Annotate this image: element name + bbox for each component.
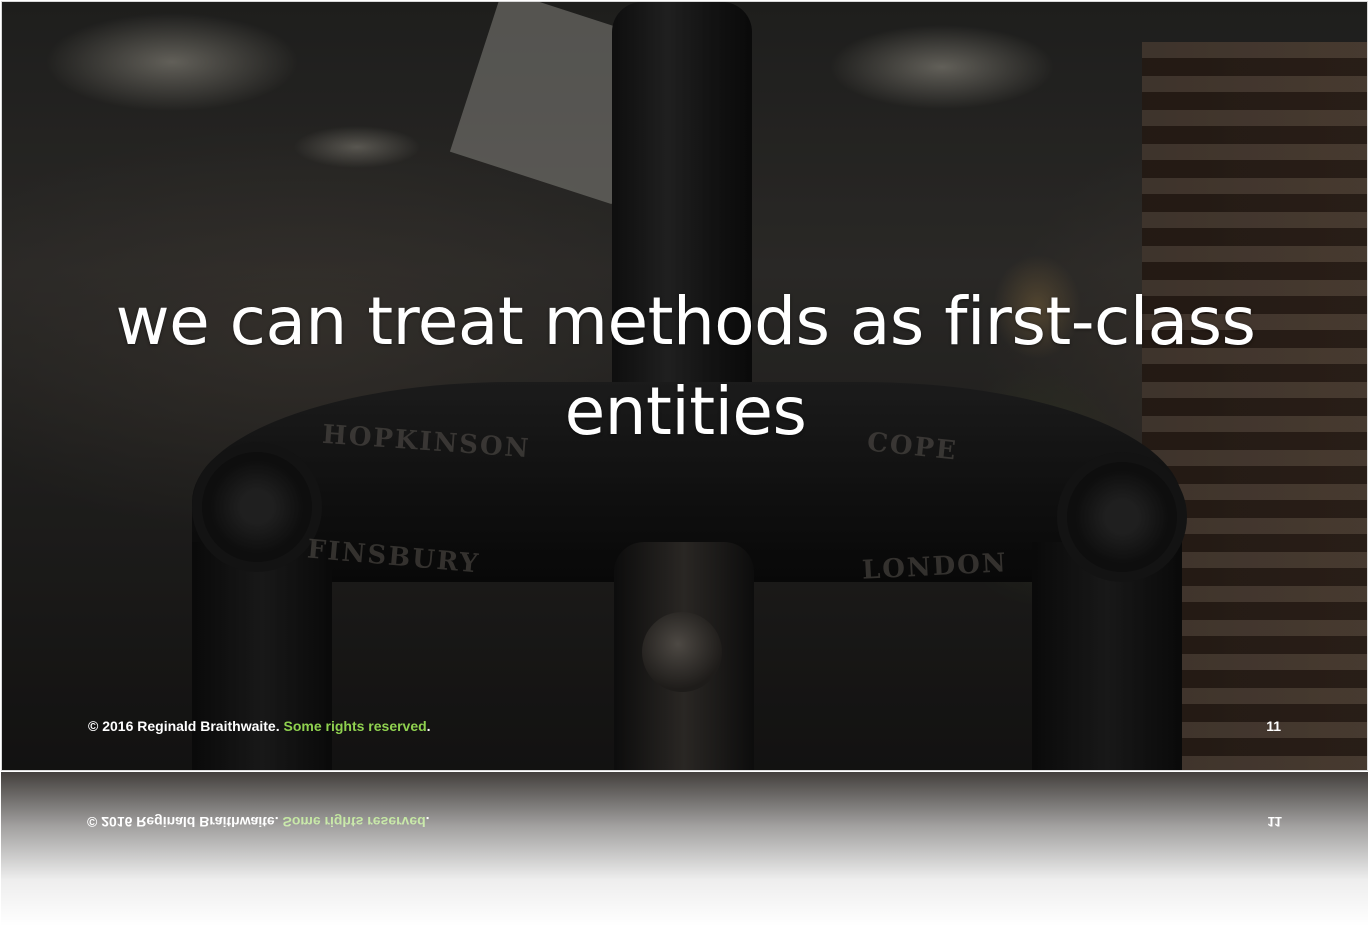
footer-copyright: © 2016 Reginald Braithwaite. Some rights… bbox=[88, 718, 431, 734]
reflection-fade bbox=[1, 772, 1368, 926]
slide-headline: we can treat methods as first-class enti… bbox=[2, 277, 1367, 457]
page-number: 11 bbox=[1266, 718, 1281, 734]
presentation-stage: HOPKINSON COPE FINSBURY LONDON we can tr… bbox=[0, 0, 1370, 926]
headline-line-2: entities bbox=[564, 373, 807, 450]
headline-line-1: we can treat methods as first-class bbox=[115, 283, 1256, 360]
slide-footer: © 2016 Reginald Braithwaite. Some rights… bbox=[88, 718, 1281, 740]
slide[interactable]: HOPKINSON COPE FINSBURY LONDON we can tr… bbox=[1, 1, 1368, 771]
copyright-text: © 2016 Reginald Braithwaite. bbox=[88, 718, 280, 734]
slide-reflection: © 2016 Reginald Braithwaite. Some rights… bbox=[1, 772, 1368, 926]
footer-period: . bbox=[426, 718, 431, 734]
rights-link[interactable]: Some rights reserved bbox=[284, 718, 427, 734]
